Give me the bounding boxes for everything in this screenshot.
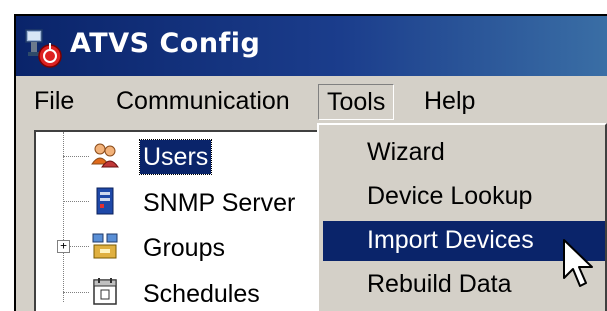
menu-bar: File Communication Tools Help	[16, 78, 607, 124]
tree-item-label: Schedules	[143, 280, 260, 308]
groups-icon	[92, 233, 118, 259]
users-icon	[91, 143, 119, 168]
tree-item-label: Groups	[143, 234, 225, 262]
menu-item-device-lookup[interactable]: Device Lookup	[323, 177, 605, 217]
menu-item-wizard[interactable]: Wizard	[323, 133, 605, 173]
menu-file[interactable]: File	[26, 84, 82, 118]
server-icon	[96, 187, 114, 215]
tree-item-label: Users	[138, 139, 213, 175]
title-bar[interactable]: ATVS Config	[16, 16, 607, 76]
window-title: ATVS Config	[70, 28, 261, 59]
menu-communication[interactable]: Communication	[108, 84, 298, 118]
mouse-pointer-icon	[563, 239, 593, 287]
menu-tools[interactable]: Tools	[318, 84, 395, 120]
atvs-app-icon	[25, 29, 62, 68]
tree-item-label: SNMP Server	[143, 189, 296, 217]
calendar-icon	[93, 278, 117, 305]
menu-help[interactable]: Help	[416, 84, 483, 118]
expand-icon[interactable]: +	[57, 240, 70, 253]
